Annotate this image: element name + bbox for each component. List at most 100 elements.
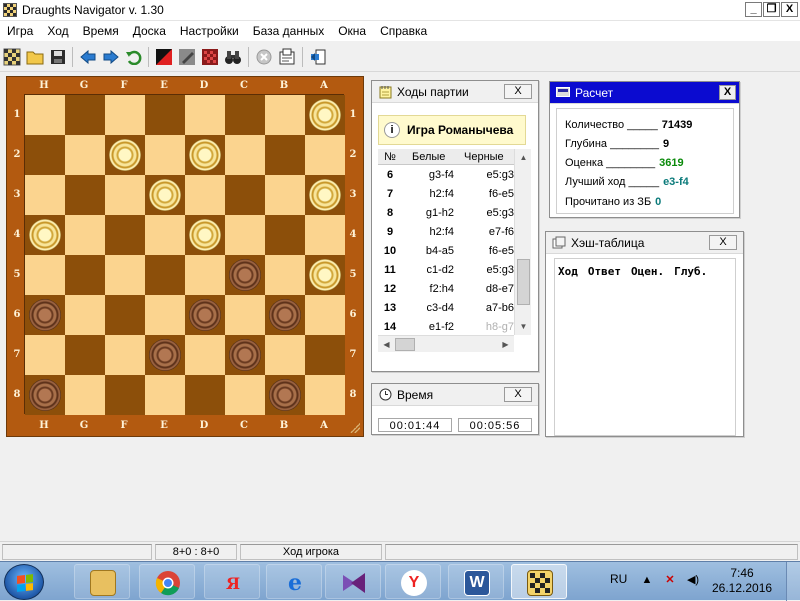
- exit-door-icon[interactable]: [308, 47, 328, 67]
- square-c1[interactable]: [225, 95, 265, 135]
- move-row[interactable]: 11 c1-d2 e5:g3: [378, 260, 514, 279]
- taskbar-chrome[interactable]: [139, 564, 195, 599]
- square-e3[interactable]: [145, 175, 185, 215]
- taskbar-draughts-navigator[interactable]: [511, 564, 567, 599]
- scroll-up-icon[interactable]: ▲: [515, 149, 532, 166]
- square-b1[interactable]: [265, 95, 305, 135]
- square-d6[interactable]: [185, 295, 225, 335]
- scroll-thumb[interactable]: [395, 338, 415, 351]
- stop-icon[interactable]: [254, 47, 274, 67]
- black-piece[interactable]: [269, 379, 301, 411]
- square-a2[interactable]: [305, 135, 345, 175]
- minimize-button[interactable]: _: [745, 2, 762, 17]
- moves-table[interactable]: № Белые Черные 6 g3-f4 e5:g3 7 h2:f4 f6-e5 8…: [378, 149, 514, 336]
- square-d2[interactable]: [185, 135, 225, 175]
- square-b2[interactable]: [265, 135, 305, 175]
- volume-icon[interactable]: ◀): [686, 573, 700, 587]
- restore-button[interactable]: ❐: [763, 2, 780, 17]
- square-f2[interactable]: [105, 135, 145, 175]
- taskbar-internet-explorer[interactable]: e: [266, 564, 322, 599]
- close-panel-button[interactable]: X: [504, 387, 532, 402]
- square-f4[interactable]: [105, 215, 145, 255]
- square-e1[interactable]: [145, 95, 185, 135]
- network-icon[interactable]: ✕: [663, 573, 677, 587]
- open-folder-icon[interactable]: [25, 47, 45, 67]
- square-b7[interactable]: [265, 335, 305, 375]
- square-a3[interactable]: [305, 175, 345, 215]
- binoculars-icon[interactable]: [223, 47, 243, 67]
- taskbar-visual-studio[interactable]: [325, 564, 381, 599]
- square-a5[interactable]: [305, 255, 345, 295]
- black-piece[interactable]: [229, 259, 261, 291]
- square-g5[interactable]: [65, 255, 105, 295]
- square-e4[interactable]: [145, 215, 185, 255]
- square-b6[interactable]: [265, 295, 305, 335]
- square-f5[interactable]: [105, 255, 145, 295]
- scroll-thumb[interactable]: [517, 259, 530, 305]
- square-h6[interactable]: [25, 295, 65, 335]
- square-a4[interactable]: [305, 215, 345, 255]
- square-h1[interactable]: [25, 95, 65, 135]
- white-piece[interactable]: [189, 219, 221, 251]
- square-a1[interactable]: [305, 95, 345, 135]
- square-f8[interactable]: [105, 375, 145, 415]
- undo-icon[interactable]: [124, 47, 144, 67]
- square-f3[interactable]: [105, 175, 145, 215]
- square-d7[interactable]: [185, 335, 225, 375]
- square-b5[interactable]: [265, 255, 305, 295]
- square-d5[interactable]: [185, 255, 225, 295]
- square-d3[interactable]: [185, 175, 225, 215]
- square-d1[interactable]: [185, 95, 225, 135]
- square-c3[interactable]: [225, 175, 265, 215]
- square-h8[interactable]: [25, 375, 65, 415]
- square-h7[interactable]: [25, 335, 65, 375]
- scroll-left-icon[interactable]: ◀: [378, 336, 395, 353]
- tray-arrow-icon[interactable]: ▲: [640, 573, 654, 587]
- close-panel-button[interactable]: X: [719, 85, 736, 100]
- square-h4[interactable]: [25, 215, 65, 255]
- square-h3[interactable]: [25, 175, 65, 215]
- square-g6[interactable]: [65, 295, 105, 335]
- taskbar-word[interactable]: W: [448, 564, 504, 599]
- white-piece[interactable]: [29, 219, 61, 251]
- menu-move[interactable]: Ход: [40, 21, 75, 41]
- move-row[interactable]: 13 c3-d4 a7-b6: [378, 298, 514, 317]
- clock[interactable]: 7:46 26.12.2016: [712, 566, 772, 596]
- menu-database[interactable]: База данных: [246, 21, 331, 41]
- square-c8[interactable]: [225, 375, 265, 415]
- square-f1[interactable]: [105, 95, 145, 135]
- move-row[interactable]: 8 g1-h2 e5:g3: [378, 203, 514, 222]
- taskbar-yandex-browser[interactable]: Я: [204, 564, 260, 599]
- black-piece[interactable]: [229, 339, 261, 371]
- move-row[interactable]: 7 h2:f4 f6-e5: [378, 184, 514, 203]
- square-e2[interactable]: [145, 135, 185, 175]
- move-row[interactable]: 14 e1-f2 h8-g7: [378, 317, 514, 336]
- square-a6[interactable]: [305, 295, 345, 335]
- forward-arrow-icon[interactable]: [101, 47, 121, 67]
- square-a7[interactable]: [305, 335, 345, 375]
- menu-help[interactable]: Справка: [373, 21, 434, 41]
- square-e8[interactable]: [145, 375, 185, 415]
- menu-time[interactable]: Время: [76, 21, 126, 41]
- resize-grip-icon[interactable]: [350, 423, 360, 433]
- square-c6[interactable]: [225, 295, 265, 335]
- black-piece[interactable]: [269, 299, 301, 331]
- black-piece[interactable]: [189, 299, 221, 331]
- board-setup-icon[interactable]: [200, 47, 220, 67]
- scroll-down-icon[interactable]: ▼: [515, 318, 532, 335]
- square-f7[interactable]: [105, 335, 145, 375]
- hash-table-list[interactable]: Ход Ответ Оцен. Глуб.: [554, 258, 736, 436]
- close-panel-button[interactable]: X: [709, 235, 737, 250]
- square-c7[interactable]: [225, 335, 265, 375]
- show-desktop-button[interactable]: [786, 562, 800, 601]
- edit-position-icon[interactable]: [177, 47, 197, 67]
- square-g3[interactable]: [65, 175, 105, 215]
- white-piece[interactable]: [309, 99, 341, 131]
- square-g7[interactable]: [65, 335, 105, 375]
- close-button[interactable]: X: [781, 2, 798, 17]
- new-game-icon[interactable]: [2, 47, 22, 67]
- square-e6[interactable]: [145, 295, 185, 335]
- square-h5[interactable]: [25, 255, 65, 295]
- back-arrow-icon[interactable]: [78, 47, 98, 67]
- white-piece[interactable]: [309, 259, 341, 291]
